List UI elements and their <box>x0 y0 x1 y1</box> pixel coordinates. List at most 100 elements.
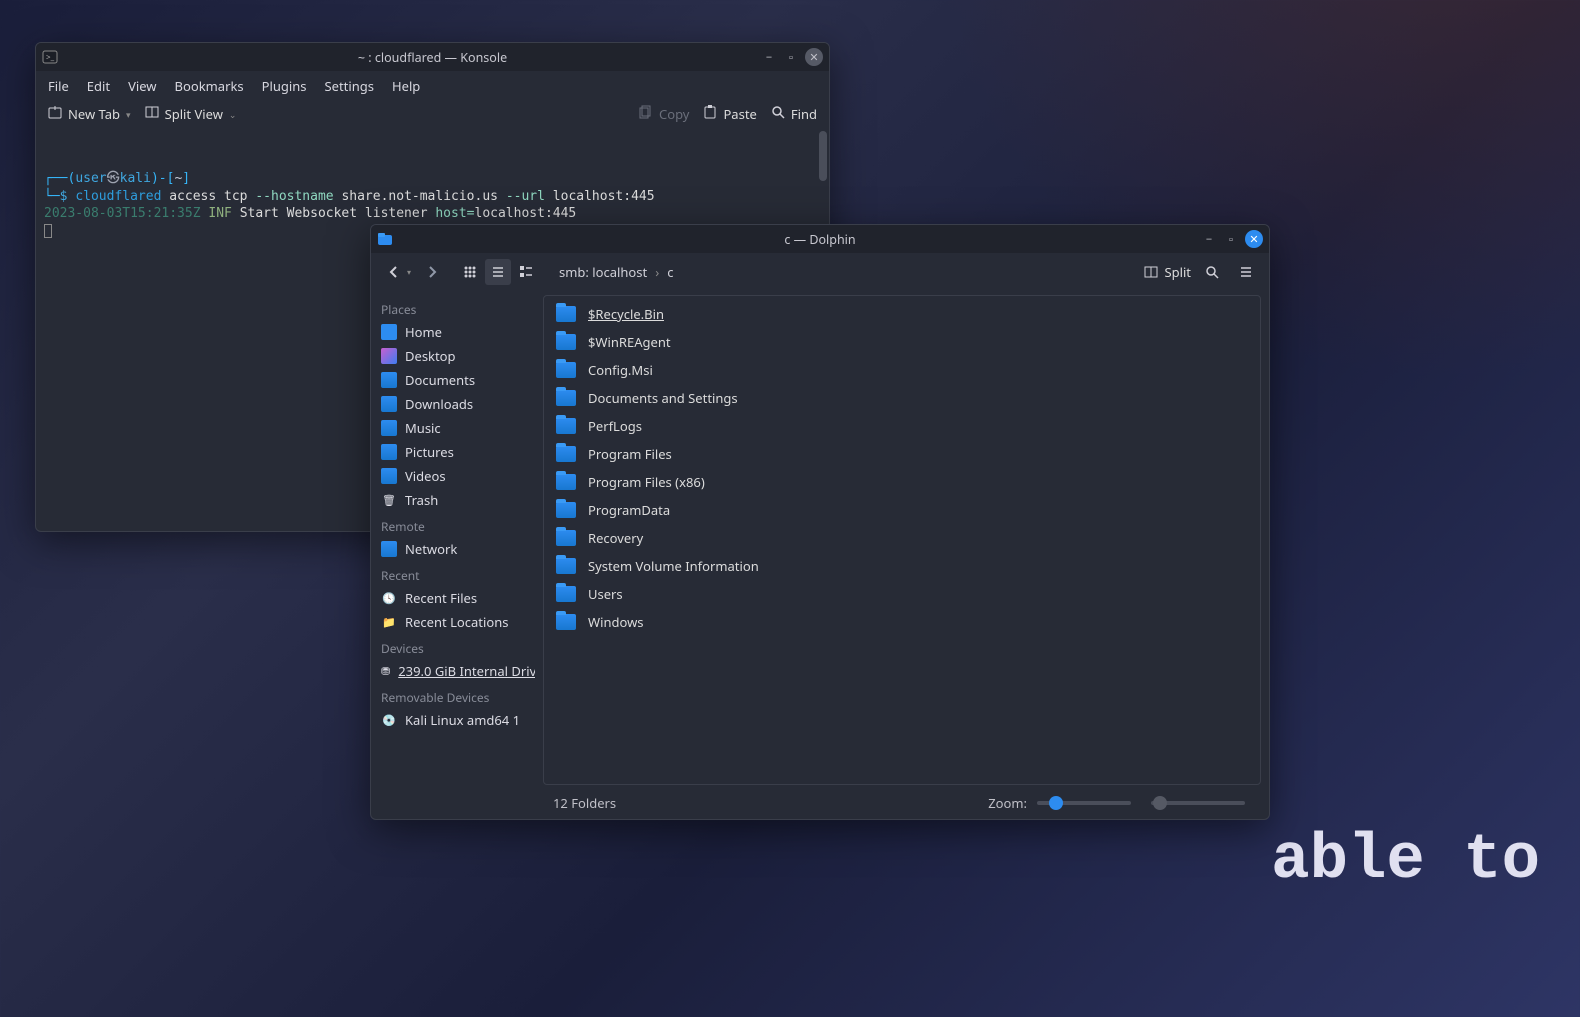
sidebar-item-label: Recent Files <box>405 589 477 607</box>
menu-edit[interactable]: Edit <box>87 77 110 95</box>
new-tab-button[interactable]: New Tab ▾ <box>48 105 131 123</box>
terminal-app-icon: >_ <box>42 49 58 65</box>
sidebar-item-recent-files[interactable]: 🕓Recent Files <box>375 586 535 610</box>
back-button[interactable] <box>381 259 407 285</box>
close-button[interactable]: ✕ <box>805 48 823 66</box>
minimize-button[interactable]: − <box>1201 231 1217 247</box>
file-row[interactable]: $Recycle.Bin <box>544 300 1260 328</box>
sidebar-item-label: 239.0 GiB Internal Drive ... <box>398 662 535 680</box>
minimize-button[interactable]: − <box>761 49 777 65</box>
dolphin-titlebar[interactable]: c — Dolphin − ▫ ✕ <box>371 225 1269 253</box>
svg-text:>_: >_ <box>46 52 55 63</box>
sidebar-item-label: Recent Locations <box>405 613 508 631</box>
chevron-down-icon[interactable]: ▾ <box>407 267 411 278</box>
music-icon <box>381 420 397 436</box>
new-tab-icon <box>48 105 62 123</box>
menu-plugins[interactable]: Plugins <box>262 77 307 95</box>
menu-settings[interactable]: Settings <box>325 77 374 95</box>
folder-icon <box>556 306 576 322</box>
sidebar-item-internal-drive[interactable]: ⛃239.0 GiB Internal Drive ... <box>375 659 535 683</box>
sidebar-item-label: Home <box>405 323 442 341</box>
folder-icon <box>556 446 576 462</box>
menu-file[interactable]: File <box>48 77 69 95</box>
sidebar-item-videos[interactable]: Videos <box>375 464 535 488</box>
file-row[interactable]: Users <box>544 580 1260 608</box>
cd-icon: 💿 <box>381 712 397 728</box>
file-row[interactable]: Program Files <box>544 440 1260 468</box>
file-row[interactable]: ProgramData <box>544 496 1260 524</box>
file-row[interactable]: System Volume Information <box>544 552 1260 580</box>
menu-help[interactable]: Help <box>392 77 420 95</box>
remote-label: Remote <box>375 512 535 537</box>
sidebar-item-desktop[interactable]: Desktop <box>375 344 535 368</box>
zoom-slider-secondary[interactable] <box>1151 801 1245 805</box>
file-name: Recovery <box>588 529 643 547</box>
file-row[interactable]: Documents and Settings <box>544 384 1260 412</box>
removable-label: Removable Devices <box>375 683 535 708</box>
trash-icon: 🗑 <box>381 492 397 508</box>
file-row[interactable]: PerfLogs <box>544 412 1260 440</box>
recent-label: Recent <box>375 561 535 586</box>
sidebar-item-downloads[interactable]: Downloads <box>375 392 535 416</box>
folder-icon <box>556 418 576 434</box>
dolphin-title: c — Dolphin <box>784 231 855 248</box>
find-button[interactable]: Find <box>771 105 817 123</box>
file-name: Windows <box>588 613 644 631</box>
list-view-button[interactable] <box>485 259 511 285</box>
menu-view[interactable]: View <box>128 77 156 95</box>
scrollbar[interactable] <box>819 131 827 181</box>
file-row[interactable]: Windows <box>544 608 1260 636</box>
file-name: System Volume Information <box>588 557 759 575</box>
folder-icon <box>556 390 576 406</box>
detail-view-button[interactable] <box>513 259 539 285</box>
sidebar-item-trash[interactable]: 🗑 Trash <box>375 488 535 512</box>
sidebar-item-music[interactable]: Music <box>375 416 535 440</box>
paste-icon <box>703 105 717 123</box>
file-row[interactable]: Config.Msi <box>544 356 1260 384</box>
search-button[interactable] <box>1199 259 1225 285</box>
file-row[interactable]: Recovery <box>544 524 1260 552</box>
copy-label: Copy <box>659 105 689 123</box>
forward-button[interactable] <box>419 259 445 285</box>
breadcrumb[interactable]: smb: localhost › c <box>559 263 673 281</box>
sidebar-item-documents[interactable]: Documents <box>375 368 535 392</box>
zoom-slider[interactable] <box>1037 801 1131 805</box>
file-list: $Recycle.Bin $WinREAgent Config.Msi Docu… <box>543 295 1261 785</box>
breadcrumb-root[interactable]: smb: localhost <box>559 263 647 281</box>
file-row[interactable]: $WinREAgent <box>544 328 1260 356</box>
folder-count: 12 Folders <box>553 794 616 812</box>
menu-bookmarks[interactable]: Bookmarks <box>175 77 244 95</box>
konsole-titlebar[interactable]: >_ ~ : cloudflared — Konsole − ▫ ✕ <box>36 43 829 71</box>
close-button[interactable]: ✕ <box>1245 230 1263 248</box>
sidebar-item-kali-cd[interactable]: 💿Kali Linux amd64 1 <box>375 708 535 732</box>
sidebar-item-home[interactable]: Home <box>375 320 535 344</box>
file-name: Config.Msi <box>588 361 653 379</box>
dolphin-app-icon <box>377 231 393 247</box>
chevron-down-icon: ⌄ <box>229 108 237 121</box>
maximize-button[interactable]: ▫ <box>1223 231 1239 247</box>
breadcrumb-leaf[interactable]: c <box>667 263 673 281</box>
sidebar-item-pictures[interactable]: Pictures <box>375 440 535 464</box>
sidebar-item-recent-locations[interactable]: 📁Recent Locations <box>375 610 535 634</box>
file-row[interactable]: Program Files (x86) <box>544 468 1260 496</box>
new-tab-label: New Tab <box>68 105 120 123</box>
chevron-right-icon: › <box>655 263 659 281</box>
sidebar-item-network[interactable]: Network <box>375 537 535 561</box>
folder-icon <box>381 372 397 388</box>
hamburger-menu-button[interactable] <box>1233 259 1259 285</box>
paste-button[interactable]: Paste <box>703 105 756 123</box>
file-name: $WinREAgent <box>588 333 671 351</box>
file-name: PerfLogs <box>588 417 642 435</box>
sidebar-item-label: Trash <box>405 491 438 509</box>
maximize-button[interactable]: ▫ <box>783 49 799 65</box>
folder-icon <box>556 502 576 518</box>
chevron-down-icon: ▾ <box>126 108 131 121</box>
folder-icon <box>556 614 576 630</box>
file-name: ProgramData <box>588 501 670 519</box>
places-label: Places <box>375 295 535 320</box>
split-view-button[interactable]: Split View ⌄ <box>145 105 237 123</box>
split-button[interactable]: Split <box>1144 263 1191 281</box>
copy-button[interactable]: Copy <box>639 105 689 123</box>
statusbar: 12 Folders Zoom: <box>371 789 1269 817</box>
icon-view-button[interactable] <box>457 259 483 285</box>
